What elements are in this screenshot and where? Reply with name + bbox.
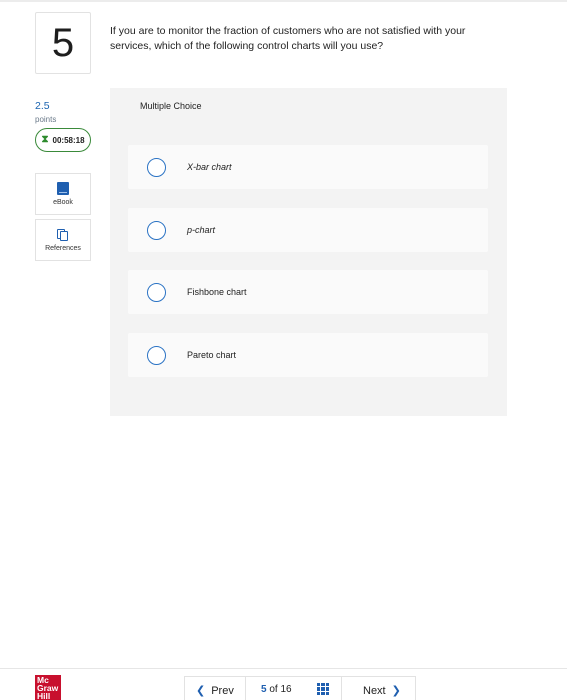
of-label: of xyxy=(269,684,278,695)
chevron-right-icon: ❯ xyxy=(391,685,401,697)
footer-divider xyxy=(0,668,567,669)
answer-option[interactable]: p-chart xyxy=(128,208,488,252)
top-divider xyxy=(0,0,567,2)
chevron-left-icon: ❮ xyxy=(196,685,206,697)
next-label: Next xyxy=(363,684,386,697)
references-label: References xyxy=(45,244,81,252)
references-button[interactable]: References xyxy=(35,219,91,261)
question-number: 5 xyxy=(35,12,91,74)
option-label: Pareto chart xyxy=(187,350,237,360)
answer-option[interactable]: Fishbone chart xyxy=(128,270,488,314)
option-label: p-chart xyxy=(187,225,216,235)
answer-option[interactable]: Pareto chart xyxy=(128,333,488,377)
book-icon xyxy=(57,182,69,195)
timer-badge[interactable]: ⧗ 00:58:18 xyxy=(35,128,91,152)
radio-button[interactable] xyxy=(147,282,166,302)
radio-button[interactable] xyxy=(147,345,166,365)
timer-value: 00:58:18 xyxy=(52,135,85,145)
question-text: If you are to monitor the fraction of cu… xyxy=(110,25,466,52)
answer-panel: Multiple Choice X-bar chart p-chart Fish… xyxy=(110,88,507,416)
points-label: points xyxy=(35,115,57,124)
prev-button[interactable]: ❮ Prev xyxy=(196,684,234,698)
prev-label: Prev xyxy=(211,684,234,697)
page-indicator[interactable]: 5 of 16 xyxy=(261,684,292,695)
current-page: 5 xyxy=(261,684,267,695)
points-value: 2.5 xyxy=(35,100,50,112)
points-block: 2.5 points xyxy=(35,96,56,124)
total-pages: 16 xyxy=(280,684,292,695)
radio-button[interactable] xyxy=(147,220,166,240)
question-type-label: Multiple Choice xyxy=(140,101,202,111)
next-button[interactable]: Next ❯ xyxy=(363,684,401,698)
option-label: X-bar chart xyxy=(187,162,232,172)
option-label: Fishbone chart xyxy=(187,287,247,297)
answer-option[interactable]: X-bar chart xyxy=(128,145,488,189)
references-icon xyxy=(57,228,69,241)
radio-button[interactable] xyxy=(147,157,166,177)
mcgraw-hill-logo: Mc Graw Hill xyxy=(35,675,61,700)
ebook-label: eBook xyxy=(53,199,73,206)
ebook-button[interactable]: eBook xyxy=(35,173,91,215)
grid-icon[interactable] xyxy=(317,683,329,695)
hourglass-icon: ⧗ xyxy=(41,134,49,145)
